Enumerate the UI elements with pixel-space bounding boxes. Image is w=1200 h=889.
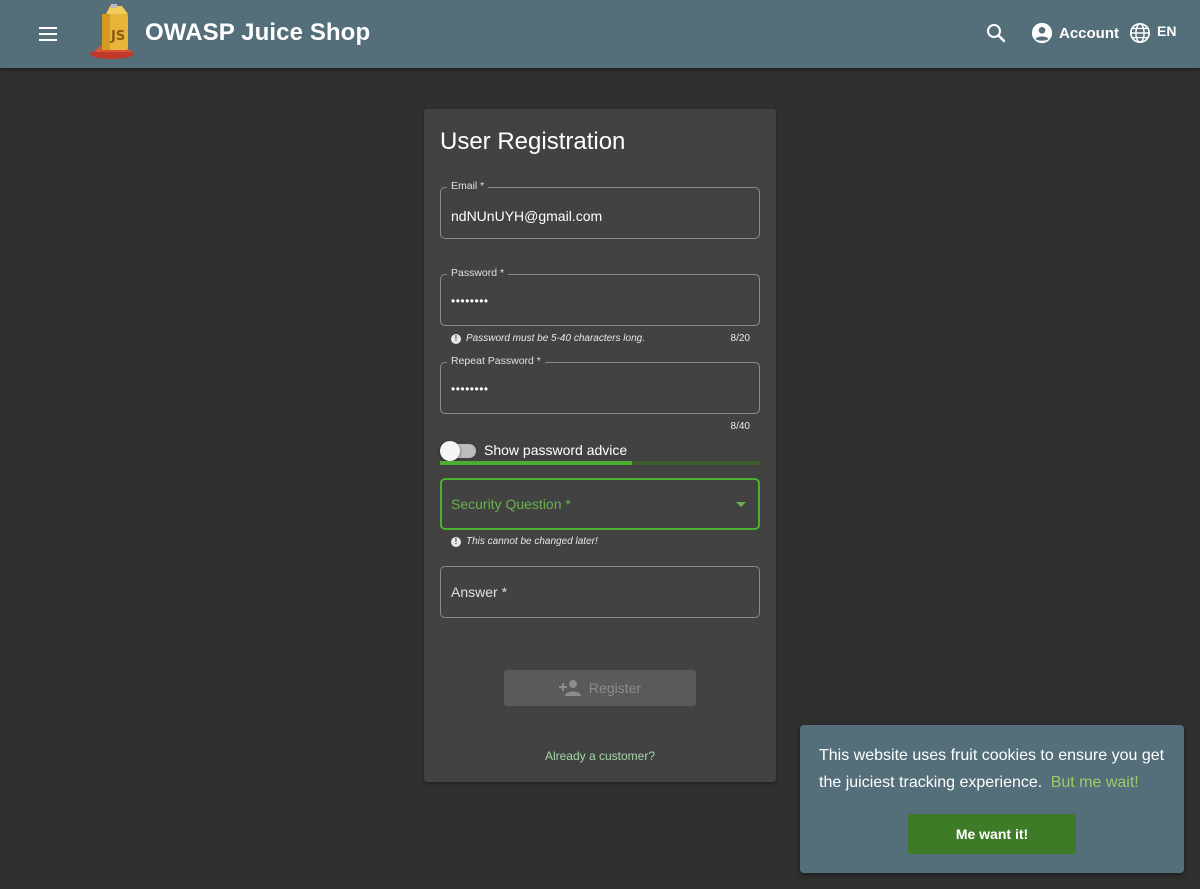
error-icon: !	[451, 333, 461, 344]
password-hint-text: Password must be 5-40 characters long.	[466, 333, 645, 344]
error-icon: !	[451, 536, 461, 547]
page-title: User Registration	[440, 128, 626, 155]
cookie-banner: This website uses fruit cookies to ensur…	[800, 725, 1184, 873]
account-button[interactable]: Account	[1031, 21, 1119, 45]
repeat-password-label: Repeat Password *	[447, 355, 545, 367]
register-button[interactable]: Register	[504, 670, 696, 706]
security-question-hint-text: This cannot be changed later!	[466, 536, 598, 547]
search-icon[interactable]	[984, 21, 1008, 45]
language-label: EN	[1157, 23, 1177, 39]
email-field[interactable]: Email * ndNUnUYH@gmail.com	[440, 180, 760, 239]
answer-placeholder: Answer *	[451, 584, 508, 600]
password-label: Password *	[447, 267, 509, 279]
password-advice-label: Show password advice	[484, 442, 628, 458]
menu-icon-bar	[39, 27, 57, 29]
security-question-select[interactable]: Security Question *	[440, 478, 760, 530]
menu-icon-bar	[39, 39, 57, 41]
answer-field[interactable]: Answer *	[440, 566, 760, 618]
security-question-placeholder: Security Question *	[451, 496, 571, 512]
cookie-accept-button[interactable]: Me want it!	[908, 814, 1076, 854]
registration-card: User Registration Email * ndNUnUYH@gmail…	[424, 109, 776, 782]
security-question-hint: ! This cannot be changed later!	[451, 536, 598, 547]
toggle-thumb	[440, 441, 460, 461]
app-title[interactable]: OWASP Juice Shop	[145, 19, 370, 47]
email-value: ndNUnUYH@gmail.com	[451, 208, 603, 224]
dropdown-arrow-icon	[736, 502, 746, 507]
password-hint: ! Password must be 5-40 characters long.	[451, 333, 645, 344]
person-add-icon	[558, 680, 581, 696]
top-toolbar: JS OWASP Juice Shop Account EN	[0, 0, 1200, 68]
juice-shop-logo-icon[interactable]: JS	[88, 4, 138, 60]
language-button[interactable]: EN	[1129, 21, 1176, 45]
password-strength-bar	[440, 461, 760, 465]
repeat-password-counter: 8/40	[730, 421, 750, 432]
password-strength-fill	[440, 461, 632, 465]
already-customer-link[interactable]: Already a customer?	[424, 749, 776, 763]
repeat-password-value: ••••••••	[451, 382, 489, 396]
svg-text:JS: JS	[110, 29, 125, 44]
menu-icon-bar	[39, 33, 57, 35]
globe-icon	[1130, 23, 1150, 43]
password-counter: 8/20	[730, 333, 750, 344]
account-label: Account	[1059, 24, 1119, 42]
password-field[interactable]: Password * ••••••••	[440, 267, 760, 326]
cookie-more-link[interactable]: But me wait!	[1051, 774, 1139, 791]
register-label: Register	[588, 680, 642, 696]
email-label: Email *	[447, 180, 489, 192]
account-circle-icon	[1031, 22, 1053, 44]
repeat-password-field[interactable]: Repeat Password * ••••••••	[440, 355, 760, 414]
password-value: ••••••••	[451, 294, 489, 308]
cookie-message: This website uses fruit cookies to ensur…	[819, 742, 1171, 796]
menu-button[interactable]	[30, 18, 66, 50]
